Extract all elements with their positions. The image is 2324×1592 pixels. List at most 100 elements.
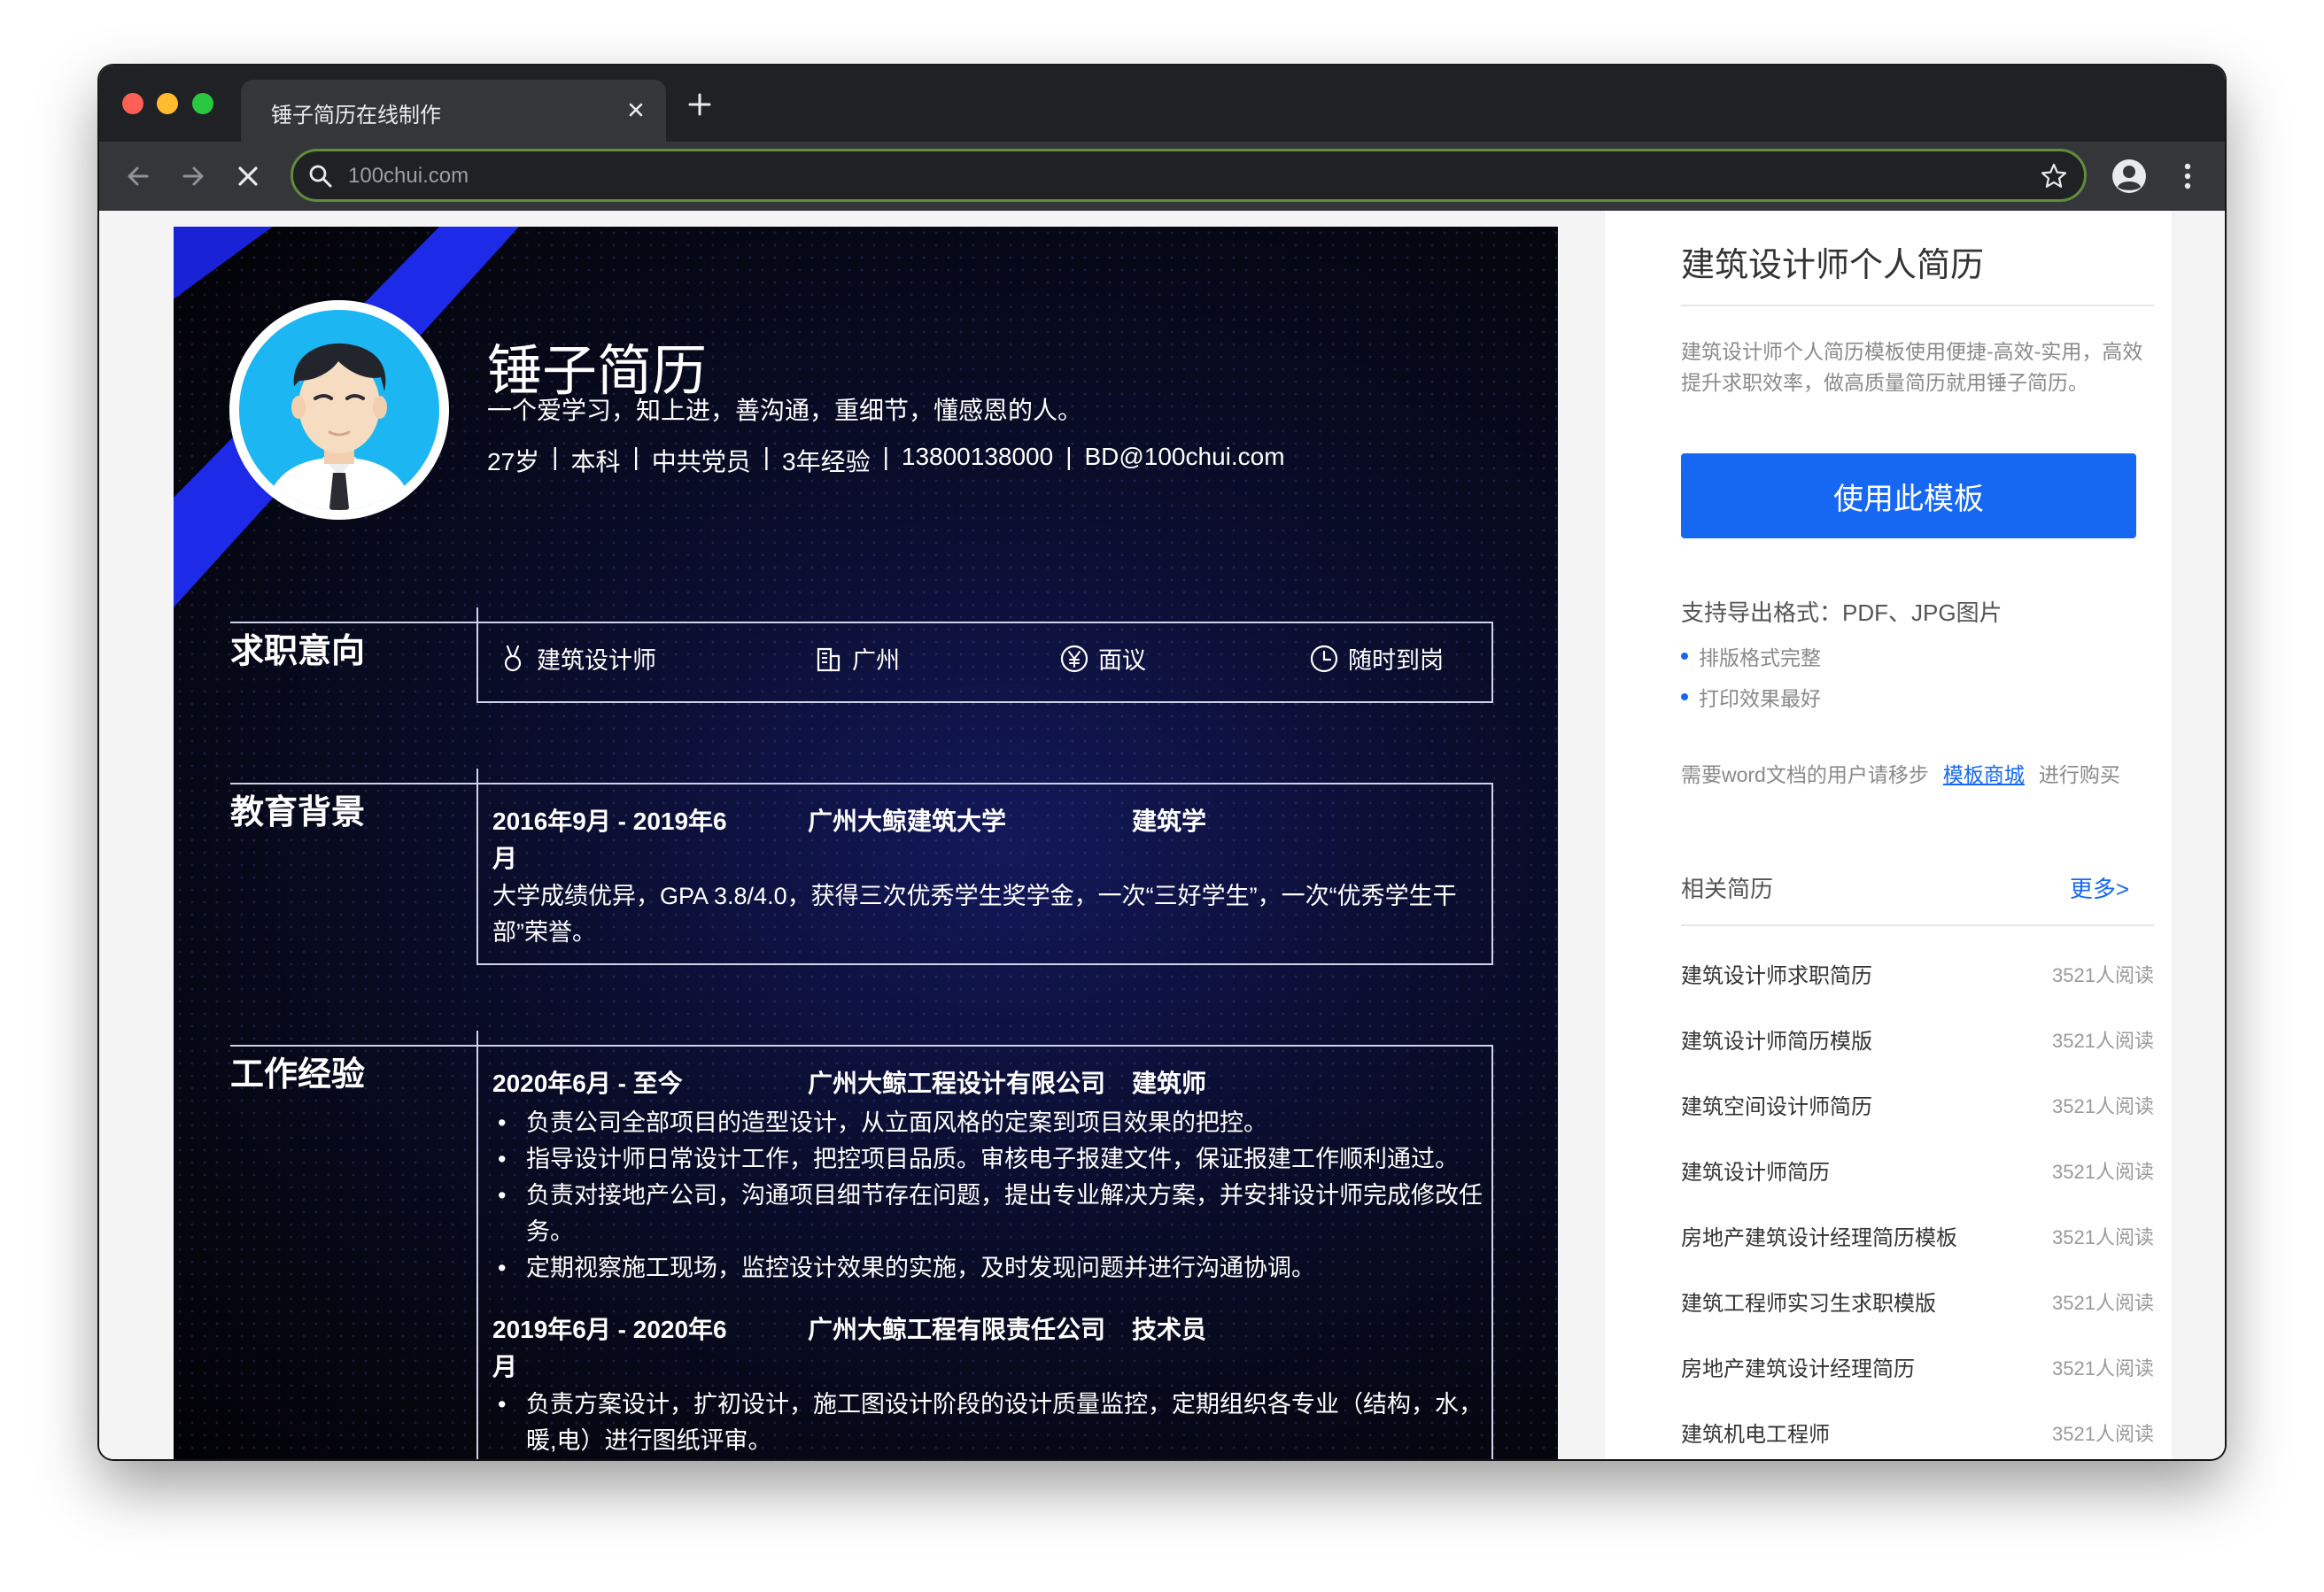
profile-avatar-icon[interactable] <box>2111 158 2147 194</box>
url-text: 100chui.com <box>348 164 469 188</box>
related-resume-name[interactable]: 房地产建筑设计经理简历模板 <box>1681 1220 1957 1251</box>
info-separator: | <box>1065 443 1073 470</box>
more-menu-icon[interactable] <box>2170 158 2205 194</box>
work-role: 建筑师 <box>1132 1070 1207 1097</box>
info-experience: 3年经验 <box>782 448 871 475</box>
intent-salary: 面议 <box>1059 641 1146 676</box>
related-resume-item[interactable]: 建筑设计师简历 3521人阅读 <box>1681 1155 2154 1190</box>
zoom-window-button[interactable] <box>192 93 213 114</box>
work-company: 广州大鲸工程有限责任公司 <box>808 1316 1106 1343</box>
template-store-link[interactable]: 模板商城 <box>1943 763 2025 786</box>
work-role: 技术员 <box>1132 1316 1207 1343</box>
related-resume-name[interactable]: 建筑设计师简历模版 <box>1681 1024 1872 1055</box>
related-resume-item[interactable]: 建筑机电工程师 3521人阅读 <box>1681 1417 2154 1452</box>
minimize-window-button[interactable] <box>157 93 178 114</box>
title-bar: 锤子简历在线制作 <box>99 66 2225 142</box>
read-count: 3521人阅读 <box>2052 1030 2154 1052</box>
resume-preview: 锤子简历 一个爱学习，知上进，善沟通，重细节，懂感恩的人。 27岁 | 本科 |… <box>174 227 1558 1459</box>
related-resume-name[interactable]: 建筑空间设计师简历 <box>1681 1089 1872 1120</box>
stop-loading-icon[interactable] <box>232 160 264 192</box>
list-item: 负责方案设计，扩初设计，施工图设计阶段的设计质量监控，定期组织各专业（结构，水，… <box>492 1387 1484 1459</box>
building-icon <box>817 647 841 671</box>
section-divider <box>230 622 478 623</box>
work-period-cont: 月 <box>492 1353 518 1380</box>
template-title: 建筑设计师个人简历 <box>1681 247 1985 284</box>
section-title-intent: 求职意向 <box>230 633 366 670</box>
info-separator: | <box>882 443 889 470</box>
read-count: 3521人阅读 <box>2052 1161 2154 1183</box>
yuan-icon <box>1060 645 1088 672</box>
work-company: 广州大鲸工程设计有限公司 <box>808 1070 1106 1097</box>
related-resume-item[interactable]: 建筑设计师简历模版 3521人阅读 <box>1681 1024 2154 1059</box>
education-major: 建筑学 <box>1132 808 1207 835</box>
section-title-work: 工作经验 <box>230 1056 366 1094</box>
related-resume-item[interactable]: 房地产建筑设计经理简历 3521人阅读 <box>1681 1351 2154 1387</box>
read-count: 3521人阅读 <box>2052 1292 2154 1314</box>
education-box: 2016年9月 - 2019年6 月 广州大鲸建筑大学 建筑学 大学成绩优异，G… <box>476 783 1493 965</box>
new-tab-plus-icon[interactable] <box>684 89 716 120</box>
info-phone: 13800138000 <box>901 443 1054 470</box>
back-arrow-icon[interactable] <box>122 160 154 192</box>
resume-motto: 一个爱学习，知上进，善沟通，重细节，懂感恩的人。 <box>487 397 1083 424</box>
close-window-button[interactable] <box>122 93 143 114</box>
medal-icon <box>504 645 522 671</box>
info-email: BD@100chui.com <box>1084 443 1285 470</box>
related-resume-name[interactable]: 房地产建筑设计经理简历 <box>1681 1351 1915 1382</box>
related-resume-name[interactable]: 建筑工程师实习生求职模版 <box>1681 1286 1936 1317</box>
export-formats: 支持导出格式：PDF、JPG图片 <box>1681 599 2003 626</box>
section-divider <box>230 783 478 784</box>
browser-tab[interactable]: 锤子简历在线制作 <box>241 80 666 142</box>
search-icon <box>309 165 332 188</box>
related-resume-item[interactable]: 建筑空间设计师简历 3521人阅读 <box>1681 1089 2154 1124</box>
close-icon[interactable] <box>622 96 650 124</box>
list-item: 指导设计师日常设计工作，把控项目品质。审核电子报建文件，保证报建工作顺利通过。 <box>492 1141 1484 1178</box>
section-title-education: 教育背景 <box>230 794 366 831</box>
read-count: 3521人阅读 <box>2052 1226 2154 1248</box>
section-divider <box>230 1045 478 1047</box>
related-resume-item[interactable]: 建筑工程师实习生求职模版 3521人阅读 <box>1681 1286 2154 1321</box>
related-resume-name[interactable]: 建筑机电工程师 <box>1681 1417 1830 1448</box>
template-description: 建筑设计师个人简历模板使用便捷-高效-实用，高效提升求职效率，做高质量简历就用锤… <box>1681 340 2143 394</box>
divider <box>1681 305 2154 306</box>
browser-window: 锤子简历在线制作 100chui.com 锤子简历 一个爱学习，知上进，善沟通，… <box>99 66 2225 1459</box>
template-sidebar: 建筑设计师个人简历 建筑设计师个人简历模板使用便捷-高效-实用，高效提升求职效率… <box>1605 211 2172 1459</box>
tab-title: 锤子简历在线制作 <box>271 104 441 128</box>
word-doc-note: 需要word文档的用户请移步 模板商城 进行购买 <box>1681 763 2120 786</box>
address-bar[interactable]: 100chui.com <box>290 149 2087 202</box>
read-count: 3521人阅读 <box>2052 1095 2154 1117</box>
read-count: 3521人阅读 <box>2052 1357 2154 1379</box>
related-resume-item[interactable]: 建筑设计师求职简历 3521人阅读 <box>1681 958 2154 993</box>
education-period-cont: 月 <box>492 845 518 872</box>
bullet-dot-icon <box>1681 653 1688 660</box>
work-box: 2020年6月 - 至今 广州大鲸工程设计有限公司 建筑师 负责公司全部项目的造… <box>476 1045 1493 1459</box>
work-duties-list: 负责公司全部项目的造型设计，从立面风格的定案到项目效果的把控。 指导设计师日常设… <box>492 1105 1484 1287</box>
work-duties-list: 负责方案设计，扩初设计，施工图设计阶段的设计质量监控，定期组织各专业（结构，水，… <box>492 1387 1484 1459</box>
info-age: 27岁 <box>487 448 540 475</box>
info-separator: | <box>763 443 771 470</box>
list-item: 负责公司全部项目的造型设计，从立面风格的定案到项目效果的把控。 <box>492 1105 1484 1141</box>
intent-city: 广州 <box>813 641 900 676</box>
read-count: 3521人阅读 <box>2052 964 2154 986</box>
bullet-dot-icon <box>1681 693 1688 700</box>
education-school: 广州大鲸建筑大学 <box>808 808 1007 835</box>
page-content: 锤子简历 一个爱学习，知上进，善沟通，重细节，懂感恩的人。 27岁 | 本科 |… <box>99 211 2225 1459</box>
forward-arrow-icon[interactable] <box>177 160 209 192</box>
related-resume-name[interactable]: 建筑设计师简历 <box>1681 1155 1830 1186</box>
intent-box: 建筑设计师 广州 面议 随时到岗 <box>476 622 1493 703</box>
intent-availability: 随时到岗 <box>1309 641 1444 676</box>
list-item: 负责对接地产公司，沟通项目细节存在问题，提出专业解决方案，并安排设计师完成修改任… <box>492 1178 1484 1250</box>
intent-position: 建筑设计师 <box>498 641 656 676</box>
more-link[interactable]: 更多> <box>2070 871 2129 904</box>
education-period: 2016年9月 - 2019年6 <box>492 808 727 835</box>
work-period: 2020年6月 - 至今 <box>492 1070 683 1097</box>
related-resume-item[interactable]: 房地产建筑设计经理简历模板 3521人阅读 <box>1681 1220 2154 1256</box>
info-degree: 本科 <box>570 448 621 475</box>
related-resume-name[interactable]: 建筑设计师求职简历 <box>1681 958 1872 989</box>
list-item: 定期视察施工现场，监控设计效果的实施，及时发现问题并进行沟通协调。 <box>492 1250 1484 1287</box>
read-count: 3521人阅读 <box>2052 1423 2154 1445</box>
info-political-status: 中共党员 <box>651 448 751 475</box>
bookmark-star-icon[interactable] <box>2040 162 2068 190</box>
clock-icon <box>1310 645 1338 672</box>
use-template-button[interactable]: 使用此模板 <box>1681 453 2136 538</box>
info-separator: | <box>632 443 639 470</box>
